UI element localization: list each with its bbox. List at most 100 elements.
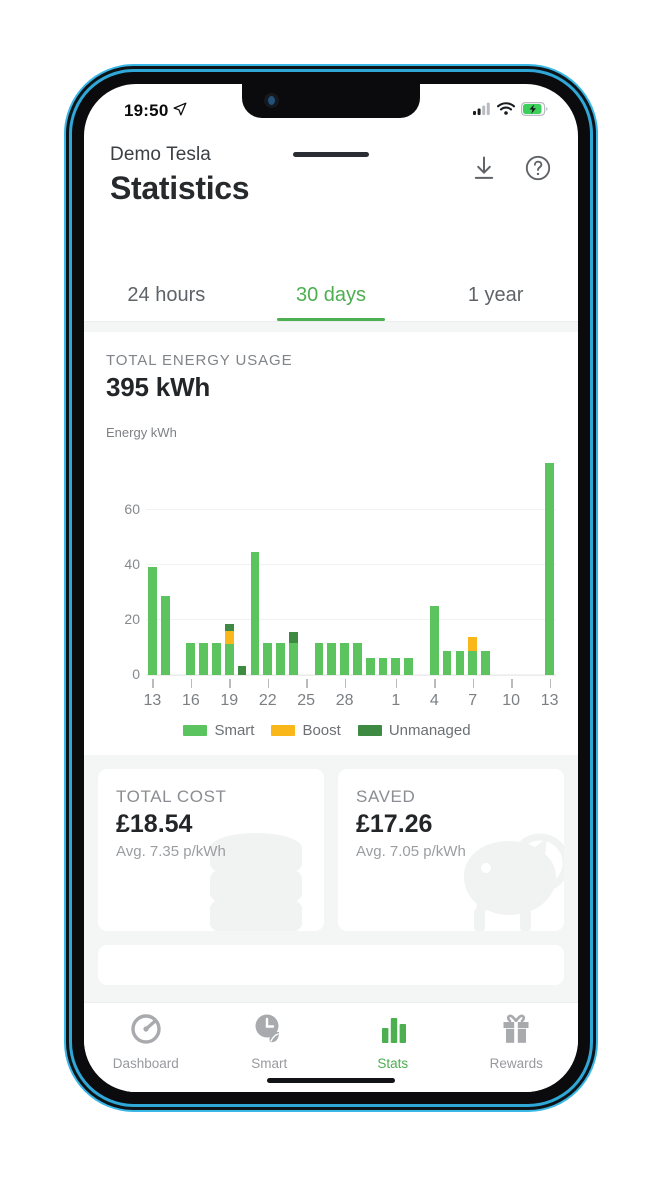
x-axis-tick-label: 22 (258, 692, 277, 709)
chart-bar[interactable] (545, 462, 554, 675)
help-circle-icon[interactable] (524, 154, 552, 187)
status-time-group: 19:50 (124, 101, 187, 121)
bar-segment-smart (404, 658, 413, 675)
x-axis-tick (229, 679, 231, 688)
legend-item-boost[interactable]: Boost (271, 722, 341, 739)
tab-30-days[interactable]: 30 days (249, 269, 414, 321)
chart-bar[interactable] (224, 623, 234, 675)
app-header: Demo Tesla Statistics (84, 130, 578, 207)
chart-bar[interactable] (276, 642, 285, 675)
chart-legend: Smart Boost Unmanaged (106, 722, 556, 739)
x-axis-tick-label: 19 (220, 692, 239, 709)
tab-24-hours[interactable]: 24 hours (84, 269, 249, 321)
chart-x-axis: 13 16 19 22 25 28 1 4 7 10 13 (143, 676, 559, 718)
bar-segment-smart (468, 651, 478, 675)
x-axis-tick (511, 679, 513, 688)
chart-bar[interactable] (429, 605, 439, 675)
bar-segment-smart (224, 644, 234, 675)
y-axis-tick-label: 0 (132, 666, 140, 682)
saved-card[interactable]: SAVED £17.26 Avg. 7.05 p/kWh (338, 769, 564, 931)
bar-segment-boost (224, 630, 234, 645)
wifi-icon (496, 102, 516, 120)
chart-bar[interactable] (237, 666, 247, 675)
bar-segment-unmanaged (237, 666, 247, 675)
chart-bar[interactable] (481, 651, 490, 675)
device-name: Demo Tesla (110, 144, 211, 165)
chart-bar[interactable] (353, 642, 362, 675)
bar-segment-smart (160, 596, 170, 675)
legend-label: Boost (302, 722, 341, 739)
page-title: Statistics (110, 170, 250, 206)
chart-bar[interactable] (199, 642, 208, 675)
x-axis-tick (344, 679, 347, 688)
bar-segment-smart (545, 462, 554, 675)
content-scroll-area[interactable]: TOTAL ENERGY USAGE 395 kWh Energy kWh 0 2… (84, 322, 578, 1002)
legend-item-unmanaged[interactable]: Unmanaged (357, 722, 471, 739)
header-actions (470, 142, 552, 187)
x-axis-tick (472, 679, 475, 688)
status-icons (473, 101, 548, 121)
chart-bar[interactable] (160, 596, 170, 675)
bar-segment-smart (442, 651, 452, 675)
earpiece-speaker (293, 152, 369, 157)
x-axis-tick (152, 679, 154, 688)
tab-1-year[interactable]: 1 year (413, 269, 578, 321)
bar-segment-smart (148, 567, 157, 675)
saved-label: SAVED (356, 787, 416, 806)
chart-bar[interactable] (378, 658, 388, 675)
energy-bar-chart[interactable]: 0 20 40 60 (106, 454, 556, 682)
home-indicator[interactable] (267, 1078, 395, 1083)
bar-segment-smart (391, 658, 401, 675)
chart-bar[interactable] (212, 642, 221, 675)
chart-axis-title: Energy kWh (106, 425, 177, 440)
bar-segment-unmanaged (288, 631, 298, 643)
bar-segment-smart (429, 605, 439, 675)
bar-segment-boost (468, 637, 478, 652)
nav-label-smart: Smart (251, 1056, 288, 1071)
chart-bar[interactable] (186, 642, 196, 675)
total-cost-label: TOTAL COST (116, 787, 227, 806)
total-cost-average: Avg. 7.35 p/kWh (116, 843, 226, 860)
chart-bar[interactable] (340, 642, 349, 675)
nav-item-dashboard[interactable]: Dashboard (84, 1012, 208, 1092)
x-axis-tick (267, 679, 270, 688)
additional-card-stub[interactable] (98, 945, 564, 985)
x-axis-tick-label: 13 (143, 692, 162, 709)
chart-bar[interactable] (404, 658, 413, 675)
chart-bar[interactable] (314, 642, 324, 675)
x-axis-tick (434, 679, 436, 688)
total-energy-label: TOTAL ENERGY USAGE (106, 352, 293, 369)
saved-average: Avg. 7.05 p/kWh (356, 843, 466, 860)
x-axis-tick-label: 16 (181, 692, 200, 709)
bar-segment-smart (455, 651, 465, 675)
x-axis-tick-label: 4 (429, 692, 439, 709)
gift-icon (499, 1012, 533, 1051)
y-axis-tick-label: 20 (124, 611, 140, 627)
chart-bar[interactable] (468, 637, 478, 675)
chart-bar[interactable] (327, 642, 337, 675)
saved-value: £17.26 (356, 810, 433, 838)
bar-segment-smart (327, 642, 337, 675)
legend-item-smart[interactable]: Smart (183, 722, 254, 739)
chart-bar[interactable] (263, 642, 273, 675)
bar-segment-smart (365, 658, 375, 675)
chart-bar[interactable] (148, 567, 157, 675)
bar-segment-smart (340, 642, 349, 675)
legend-label: Smart (214, 722, 255, 739)
gauge-icon (129, 1012, 163, 1051)
chart-bar[interactable] (391, 658, 401, 675)
x-axis-tick-label: 13 (540, 692, 559, 709)
x-axis-tick-label: 10 (502, 692, 521, 709)
download-icon[interactable] (470, 154, 498, 187)
nav-item-rewards[interactable]: Rewards (455, 1012, 579, 1092)
chart-bar[interactable] (250, 552, 260, 675)
chart-bar[interactable] (288, 631, 298, 675)
chart-bar[interactable] (455, 651, 465, 675)
chart-bar[interactable] (442, 651, 452, 675)
bar-segment-smart (276, 642, 285, 675)
total-cost-card[interactable]: TOTAL COST £18.54 Avg. 7.35 p/kWh (98, 769, 324, 931)
chart-bar[interactable] (365, 658, 375, 675)
bar-segment-smart (314, 642, 324, 675)
header-titles: Demo Tesla Statistics (110, 142, 250, 207)
clock-leaf-icon (252, 1012, 286, 1051)
